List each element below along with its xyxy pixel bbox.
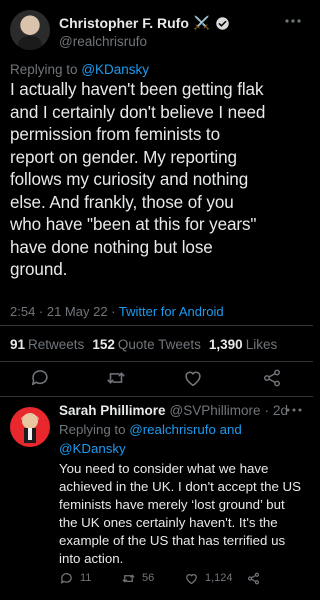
more-options-icon[interactable] — [282, 14, 304, 28]
reply-author-name[interactable]: Sarah Phillimore — [59, 403, 166, 418]
retweet-icon — [122, 574, 135, 582]
reply-like-button[interactable]: 1,124 — [184, 570, 233, 586]
crossed-swords-icon: ⚔️ — [193, 15, 211, 30]
retweet-count: 56 — [142, 572, 155, 584]
reply-count: 11 — [80, 572, 92, 584]
tweet-source-link[interactable]: Twitter for Android — [119, 304, 224, 319]
tweet-meta: 2:54 · 21 May 22 · Twitter for Android — [10, 304, 224, 319]
reply-replying-prefix: Replying to — [59, 422, 126, 437]
reply-author-handle[interactable]: @SVPhillimore — [170, 403, 261, 418]
divider — [0, 396, 313, 397]
reply-icon — [60, 572, 72, 583]
divider — [0, 325, 313, 326]
likes-stat[interactable]: 1,390 Likes — [209, 337, 277, 352]
reply-icon[interactable] — [29, 367, 51, 389]
reply-reply-button[interactable]: 11 — [59, 570, 91, 586]
separator-dot: · — [264, 403, 270, 418]
retweet-icon[interactable] — [105, 367, 127, 389]
tweet-text: I actually haven't been getting flak and… — [10, 80, 266, 279]
replying-prefix: Replying to — [10, 62, 78, 77]
reply-retweet-button[interactable]: 56 — [121, 570, 154, 586]
retweets-stat[interactable]: 91 Retweets — [10, 337, 84, 352]
reply-text: You need to consider what we have achiev… — [59, 461, 302, 566]
tweet-stats: 91 Retweets 152 Quote Tweets 1,390 Likes — [10, 337, 277, 352]
like-count: 1,124 — [205, 572, 233, 584]
divider — [0, 361, 313, 362]
reply-more-options-icon[interactable] — [284, 403, 304, 417]
reply-share-button[interactable] — [246, 570, 261, 586]
like-heart-icon[interactable] — [182, 367, 204, 389]
replying-to-link[interactable]: @KDansky — [81, 62, 149, 77]
reply-avatar[interactable] — [10, 407, 50, 447]
reply-author-row: Sarah Phillimore @SVPhillimore · 2d — [59, 403, 288, 418]
share-icon — [247, 572, 260, 584]
avatar[interactable] — [10, 10, 50, 50]
like-heart-icon — [186, 573, 197, 584]
author-handle[interactable]: @realchrisrufo — [59, 34, 147, 49]
quote-tweets-stat[interactable]: 152 Quote Tweets — [92, 337, 201, 352]
reply-replying-to-line: Replying to @realchrisrufo and @KDansky — [59, 421, 299, 458]
share-icon[interactable] — [261, 367, 283, 389]
author-name[interactable]: Christopher F. Rufo — [59, 15, 189, 31]
tweet-author-row: Christopher F. Rufo ⚔️ — [59, 13, 230, 33]
replying-to-line: Replying to @KDansky — [10, 62, 149, 77]
tweet-timestamp[interactable]: 2:54 · 21 May 22 · — [10, 304, 116, 319]
verified-badge-icon — [215, 16, 230, 31]
